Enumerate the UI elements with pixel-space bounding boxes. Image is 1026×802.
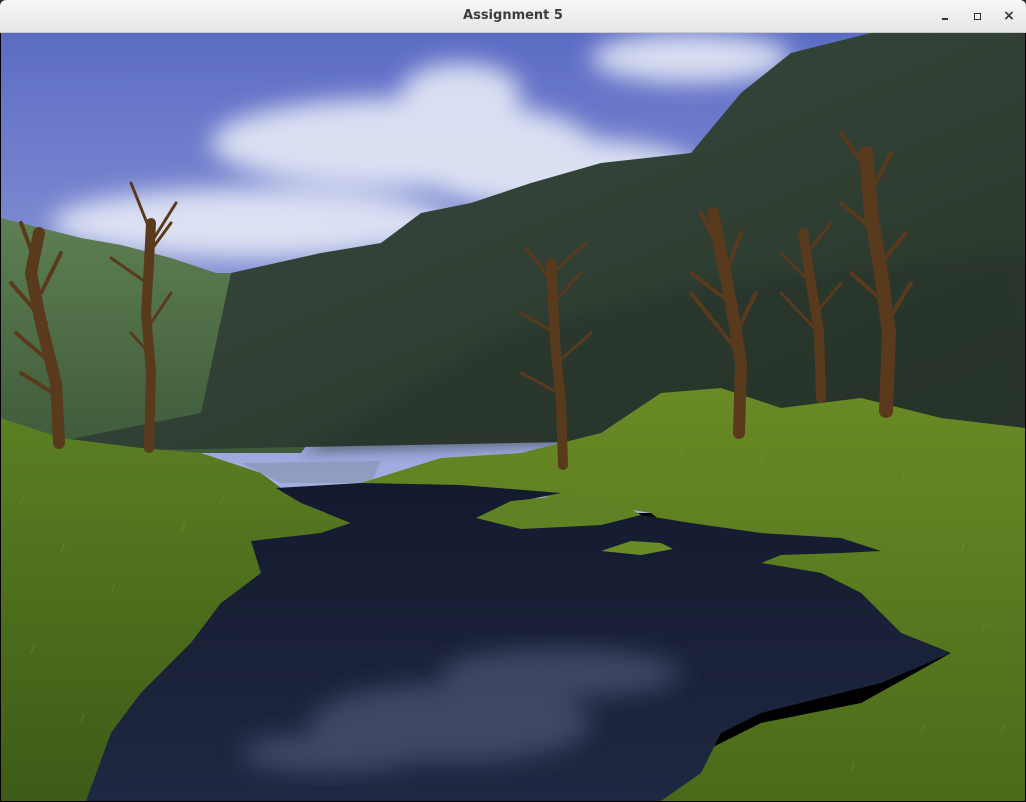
close-icon: × xyxy=(1003,8,1015,24)
app-window: Assignment 5 × xyxy=(0,0,1026,802)
window-title: Assignment 5 xyxy=(463,8,563,23)
minimize-icon xyxy=(942,18,948,20)
close-button[interactable]: × xyxy=(998,6,1020,26)
title-bar[interactable]: Assignment 5 × xyxy=(0,0,1026,33)
render-viewport[interactable] xyxy=(1,33,1025,801)
maximize-icon xyxy=(973,12,981,20)
terrain-scene xyxy=(1,33,1025,801)
minimize-button[interactable] xyxy=(934,6,956,26)
maximize-button[interactable] xyxy=(966,6,988,26)
